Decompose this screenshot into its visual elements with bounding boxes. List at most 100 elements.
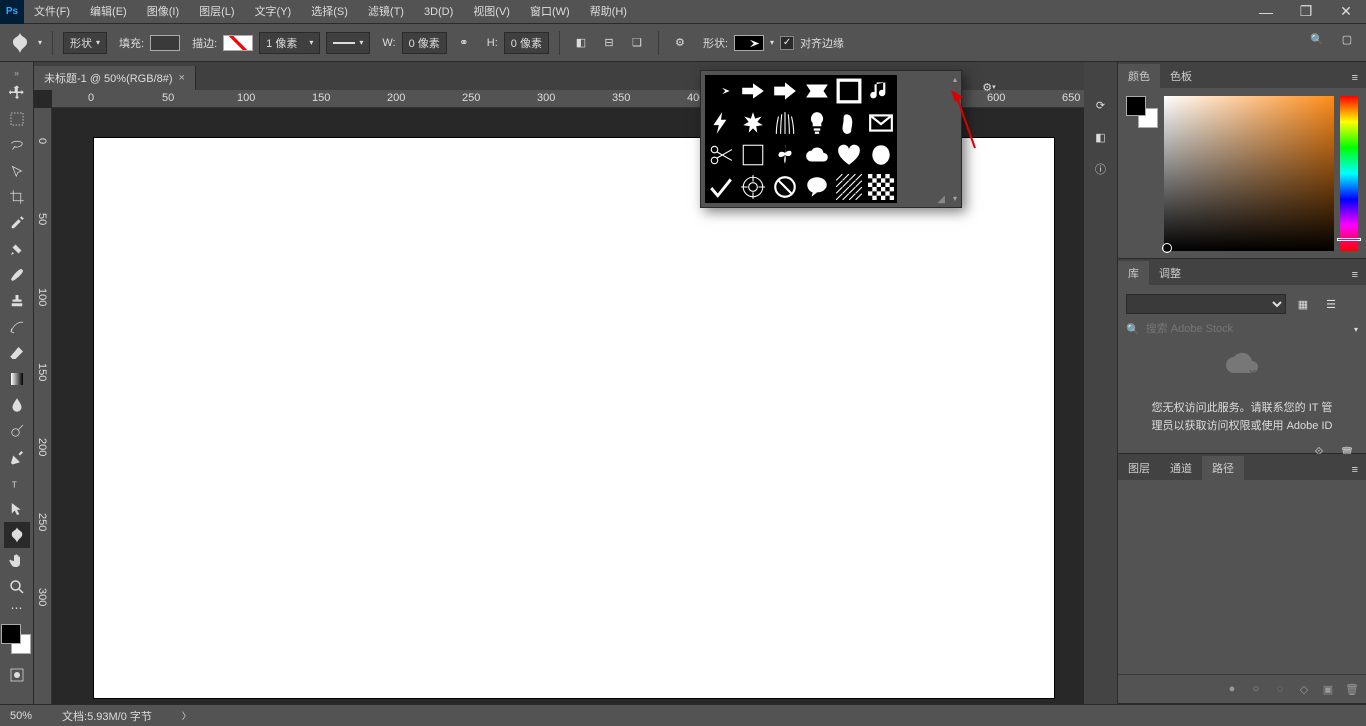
vertical-ruler[interactable]: 050 100150 200250 300: [34, 108, 52, 704]
shape-cloud-icon[interactable]: [801, 139, 833, 171]
quick-select-tool-icon[interactable]: [4, 158, 30, 184]
menu-window[interactable]: 窗口(W): [520, 0, 580, 24]
panel-history-icon[interactable]: ⟳: [1090, 94, 1112, 116]
shape-picker-resize-icon[interactable]: ◢: [937, 194, 945, 205]
shape-envelope-icon[interactable]: [865, 107, 897, 139]
status-chevron-icon[interactable]: 〉: [182, 709, 191, 722]
maximize-icon[interactable]: ❐: [1286, 0, 1326, 24]
color-fg-bg-icon[interactable]: [1126, 96, 1158, 128]
custom-shape-tool-active-icon[interactable]: [4, 522, 30, 548]
shape-picker-scroll-up-icon[interactable]: ▴: [953, 75, 957, 84]
shape-banner-icon[interactable]: [801, 75, 833, 107]
grid-view-icon[interactable]: ▦: [1292, 293, 1314, 315]
shape-picker-scroll-down-icon[interactable]: ▾: [953, 194, 957, 203]
document-tab[interactable]: 未标题-1 @ 50%(RGB/8#) ×: [34, 66, 196, 90]
zoom-tool-icon[interactable]: [4, 574, 30, 600]
shape-preview-swatch[interactable]: [734, 35, 764, 51]
fill-path-icon[interactable]: ●: [1222, 679, 1242, 699]
eraser-tool-icon[interactable]: [4, 340, 30, 366]
fg-bg-color-swatches[interactable]: [0, 622, 37, 658]
menu-file[interactable]: 文件(F): [24, 0, 80, 24]
eyedropper-tool-icon[interactable]: [4, 210, 30, 236]
shape-lightning-icon[interactable]: [705, 107, 737, 139]
search-dropdown-icon[interactable]: ▾: [1354, 325, 1358, 334]
hand-tool-icon[interactable]: [4, 548, 30, 574]
saturation-picker[interactable]: [1164, 96, 1334, 251]
shape-check-icon[interactable]: [705, 171, 737, 203]
close-icon[interactable]: ✕: [1326, 0, 1366, 24]
type-tool-icon[interactable]: T: [4, 470, 30, 496]
align-edges-checkbox[interactable]: ✓: [780, 36, 794, 50]
doc-size-info[interactable]: 文档:5.93M/0 字节: [62, 708, 152, 724]
shape-dropdown-chevron-icon[interactable]: ▾: [770, 38, 774, 47]
tab-libraries[interactable]: 库: [1118, 261, 1149, 285]
more-tools-icon[interactable]: ⋯: [4, 600, 30, 616]
shape-frame-icon[interactable]: [833, 75, 865, 107]
delete-path-icon[interactable]: 🗑: [1342, 679, 1362, 699]
shape-arrow-thin-icon[interactable]: [705, 75, 737, 107]
menu-filter[interactable]: 滤镜(T): [358, 0, 414, 24]
zoom-level[interactable]: 50%: [10, 710, 32, 722]
crop-tool-icon[interactable]: [4, 184, 30, 210]
menu-edit[interactable]: 编辑(E): [80, 0, 137, 24]
toolbar-expand-icon[interactable]: »: [0, 66, 34, 80]
arrange-icon[interactable]: ❏: [626, 32, 648, 54]
chevron-down-icon[interactable]: ▾: [38, 38, 42, 47]
shape-scissors-icon[interactable]: [705, 139, 737, 171]
quickmask-icon[interactable]: [4, 662, 30, 688]
list-view-icon[interactable]: ☰: [1320, 293, 1342, 315]
shape-speech-icon[interactable]: [801, 171, 833, 203]
shape-rect-icon[interactable]: [737, 139, 769, 171]
tab-channels[interactable]: 通道: [1160, 456, 1202, 480]
hue-slider[interactable]: [1340, 96, 1358, 251]
tab-color[interactable]: 颜色: [1118, 64, 1160, 88]
align-icon[interactable]: ⊟: [598, 32, 620, 54]
screen-mode-icon[interactable]: ▢: [1336, 28, 1358, 50]
brush-tool-icon[interactable]: [4, 262, 30, 288]
panel-info-icon[interactable]: ⓘ: [1090, 158, 1112, 180]
shape-target-icon[interactable]: [737, 171, 769, 203]
panel-menu-icon[interactable]: ≡: [1344, 265, 1366, 285]
path-select-tool-icon[interactable]: [4, 496, 30, 522]
shape-forbidden-icon[interactable]: [769, 171, 801, 203]
library-select[interactable]: [1126, 294, 1286, 314]
stroke-swatch[interactable]: [223, 35, 253, 51]
stamp-tool-icon[interactable]: [4, 288, 30, 314]
blur-tool-icon[interactable]: [4, 392, 30, 418]
panel-menu-icon[interactable]: ≡: [1344, 460, 1366, 480]
history-brush-tool-icon[interactable]: [4, 314, 30, 340]
stroke-width-input[interactable]: 1 像素▾: [259, 32, 320, 54]
selection-from-path-icon[interactable]: ◌: [1270, 679, 1290, 699]
gear-icon[interactable]: ⚙: [669, 32, 691, 54]
shape-starburst-icon[interactable]: [737, 107, 769, 139]
shape-fleur-icon[interactable]: [769, 139, 801, 171]
menu-image[interactable]: 图像(I): [137, 0, 189, 24]
custom-shape-tool-icon[interactable]: [8, 31, 32, 55]
stroke-path-icon[interactable]: ○: [1246, 679, 1266, 699]
shape-bulb-icon[interactable]: [801, 107, 833, 139]
menu-3d[interactable]: 3D(D): [414, 0, 463, 24]
pen-tool-icon[interactable]: [4, 444, 30, 470]
shape-diag-stripes-icon[interactable]: [833, 171, 865, 203]
dodge-tool-icon[interactable]: [4, 418, 30, 444]
tab-layers[interactable]: 图层: [1118, 456, 1160, 480]
width-input[interactable]: 0 像素: [402, 32, 447, 54]
shape-arrow-bold-icon[interactable]: [737, 75, 769, 107]
marquee-tool-icon[interactable]: [4, 106, 30, 132]
link-wh-icon[interactable]: ⚭: [453, 32, 475, 54]
shape-blob-icon[interactable]: [865, 139, 897, 171]
path-from-selection-icon[interactable]: ◇: [1294, 679, 1314, 699]
shape-grass-icon[interactable]: [769, 107, 801, 139]
shape-foot-icon[interactable]: [833, 107, 865, 139]
tab-adjustments[interactable]: 调整: [1149, 261, 1191, 285]
fill-swatch[interactable]: [150, 35, 180, 51]
shape-arrow-block-icon[interactable]: [769, 75, 801, 107]
menu-help[interactable]: 帮助(H): [580, 0, 637, 24]
library-search-input[interactable]: [1144, 321, 1290, 337]
menu-type[interactable]: 文字(Y): [245, 0, 302, 24]
shape-mode-dropdown[interactable]: 形状▾: [63, 32, 107, 54]
search-icon[interactable]: 🔍: [1306, 28, 1328, 50]
lasso-tool-icon[interactable]: [4, 132, 30, 158]
shape-heart-icon[interactable]: [833, 139, 865, 171]
menu-select[interactable]: 选择(S): [301, 0, 358, 24]
